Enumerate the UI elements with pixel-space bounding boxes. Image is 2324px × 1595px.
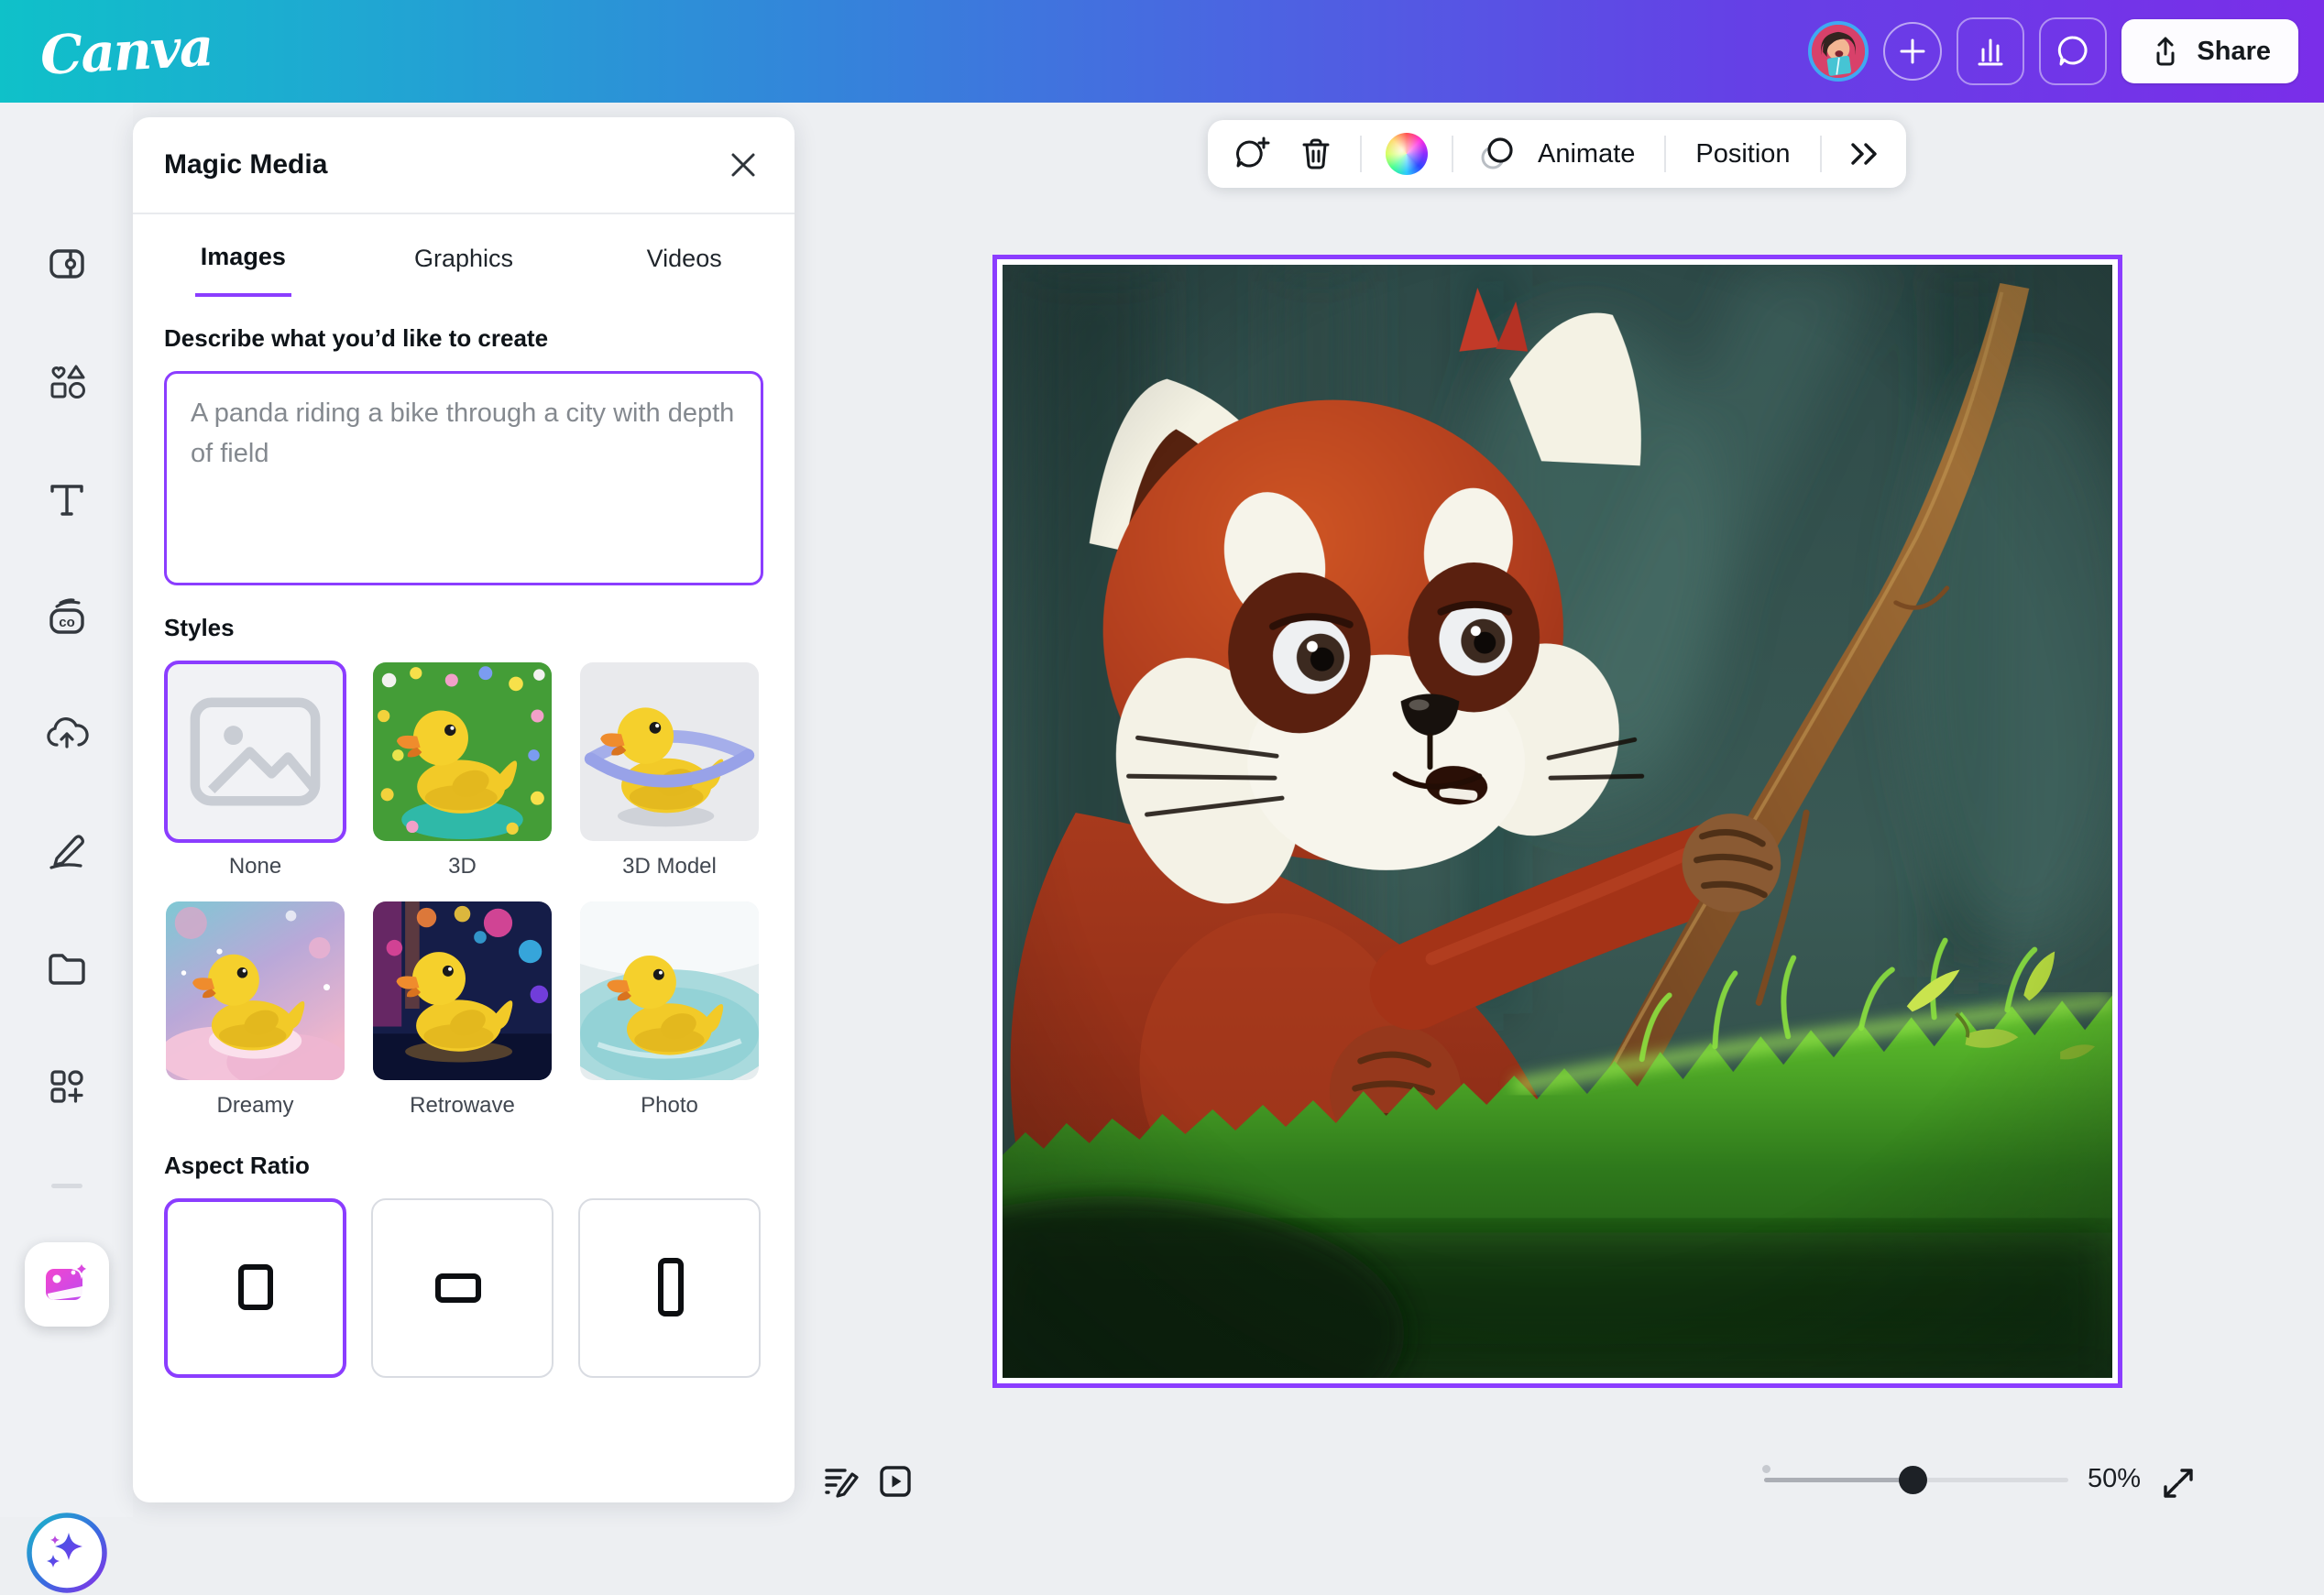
square-ratio-icon xyxy=(228,1256,283,1320)
sidebar-item-canva-assistant[interactable] xyxy=(25,1511,109,1595)
style-3d-thumbnail xyxy=(373,662,552,841)
fullscreen-button[interactable] xyxy=(2159,1464,2198,1502)
style-option-dreamy[interactable]: Dreamy xyxy=(164,900,346,1119)
add-comment-button[interactable] xyxy=(1232,134,1272,174)
style-option-3d[interactable]: 3D xyxy=(371,661,554,879)
apps-icon xyxy=(44,1064,90,1109)
sidebar-divider xyxy=(51,1184,82,1188)
brand-icon: co xyxy=(44,595,90,640)
sidebar-item-elements[interactable] xyxy=(45,360,89,404)
styles-label: Styles xyxy=(164,614,763,642)
draw-icon xyxy=(44,827,90,873)
aspect-option-landscape[interactable] xyxy=(371,1198,554,1378)
zoom-slider-thumb[interactable] xyxy=(1899,1466,1927,1494)
landscape-ratio-icon xyxy=(431,1265,495,1311)
panel-title: Magic Media xyxy=(164,149,327,180)
magic-media-icon xyxy=(42,1260,92,1309)
design-icon xyxy=(45,242,89,286)
avatar-image xyxy=(1812,25,1865,78)
sidebar-item-text[interactable] xyxy=(45,477,89,521)
bar-chart-icon xyxy=(1972,33,2009,70)
tab-images[interactable]: Images xyxy=(133,214,354,299)
comments-button[interactable] xyxy=(2039,17,2107,85)
panel-tabs: Images Graphics Videos xyxy=(133,214,795,299)
sidebar-item-projects[interactable] xyxy=(44,946,90,992)
sidebar-item-brand[interactable]: co xyxy=(44,595,90,640)
context-toolbar: Animate Position xyxy=(1208,120,1906,188)
sidebar: co xyxy=(0,103,133,1517)
plus-icon xyxy=(1896,35,1929,68)
notes-button[interactable] xyxy=(821,1462,860,1501)
zoom-fit-marker xyxy=(1762,1465,1770,1473)
sidebar-item-apps[interactable] xyxy=(44,1064,90,1109)
style-option-3d-model[interactable]: 3D Model xyxy=(578,661,761,879)
magic-media-panel: Magic Media Images Graphics Videos Descr… xyxy=(133,117,795,1502)
aspect-option-square[interactable] xyxy=(164,1198,346,1378)
toolbar-divider xyxy=(1664,136,1666,172)
tab-videos[interactable]: Videos xyxy=(574,214,795,299)
color-wheel-button[interactable] xyxy=(1386,133,1428,175)
portrait-ratio-icon xyxy=(652,1251,688,1325)
prompt-label: Describe what you’d like to create xyxy=(164,324,763,353)
canvas-page[interactable] xyxy=(992,255,2122,1388)
add-member-button[interactable] xyxy=(1883,22,1942,81)
aspect-ratio-options xyxy=(164,1198,763,1378)
style-option-retrowave[interactable]: Retrowave xyxy=(371,900,554,1119)
assistant-sparkle-icon xyxy=(25,1511,109,1595)
sidebar-item-draw[interactable] xyxy=(44,827,90,873)
tab-graphics[interactable]: Graphics xyxy=(354,214,575,299)
text-icon xyxy=(45,477,89,521)
canva-logo[interactable]: Canva xyxy=(38,16,214,87)
svg-text:co: co xyxy=(59,615,75,630)
aspect-option-portrait[interactable] xyxy=(578,1198,761,1378)
style-retrowave-thumbnail xyxy=(373,901,552,1080)
top-bar: Canva xyxy=(0,0,2324,103)
toolbar-divider xyxy=(1360,136,1362,172)
insights-button[interactable] xyxy=(1957,17,2024,85)
style-photo-thumbnail xyxy=(580,901,759,1080)
animate-button[interactable]: Animate xyxy=(1477,134,1640,174)
aspect-ratio-label: Aspect Ratio xyxy=(164,1152,763,1180)
share-upload-icon xyxy=(2149,35,2182,68)
toolbar-divider xyxy=(1452,136,1453,172)
style-option-photo[interactable]: Photo xyxy=(578,900,761,1119)
zoom-level[interactable]: 50% xyxy=(2088,1464,2141,1494)
sidebar-item-design[interactable] xyxy=(45,242,89,286)
add-comment-icon xyxy=(1232,134,1272,174)
style-option-none[interactable]: None xyxy=(164,661,346,879)
expand-icon xyxy=(2159,1464,2198,1502)
folder-icon xyxy=(44,946,90,992)
cloud-upload-icon xyxy=(44,712,90,758)
notes-icon xyxy=(821,1462,860,1501)
sidebar-item-magic-media[interactable] xyxy=(25,1242,109,1327)
generated-red-panda-image xyxy=(1003,265,2112,1378)
play-icon xyxy=(876,1462,915,1501)
close-icon xyxy=(728,149,759,180)
delete-button[interactable] xyxy=(1296,134,1336,174)
zoom-slider-fill xyxy=(1764,1478,1911,1482)
comment-icon xyxy=(2055,33,2091,70)
sidebar-item-uploads[interactable] xyxy=(44,712,90,758)
shapes-icon xyxy=(45,360,89,404)
double-chevron-icon xyxy=(1846,137,1882,170)
position-button[interactable]: Position xyxy=(1690,139,1795,169)
animate-icon xyxy=(1477,134,1519,174)
avatar[interactable] xyxy=(1808,21,1869,82)
style-3d-model-thumbnail xyxy=(580,662,759,841)
image-placeholder-icon xyxy=(168,664,343,839)
more-options-button[interactable] xyxy=(1846,137,1882,170)
close-panel-button[interactable] xyxy=(723,145,763,185)
prompt-input[interactable] xyxy=(164,371,763,585)
styles-grid: None xyxy=(164,661,763,1119)
share-button[interactable]: Share xyxy=(2121,19,2298,83)
trash-icon xyxy=(1296,134,1336,174)
share-label: Share xyxy=(2197,37,2271,67)
style-dreamy-thumbnail xyxy=(166,901,345,1080)
zoom-slider[interactable] xyxy=(1764,1478,2068,1482)
toolbar-divider xyxy=(1820,136,1822,172)
present-button[interactable] xyxy=(876,1462,915,1501)
